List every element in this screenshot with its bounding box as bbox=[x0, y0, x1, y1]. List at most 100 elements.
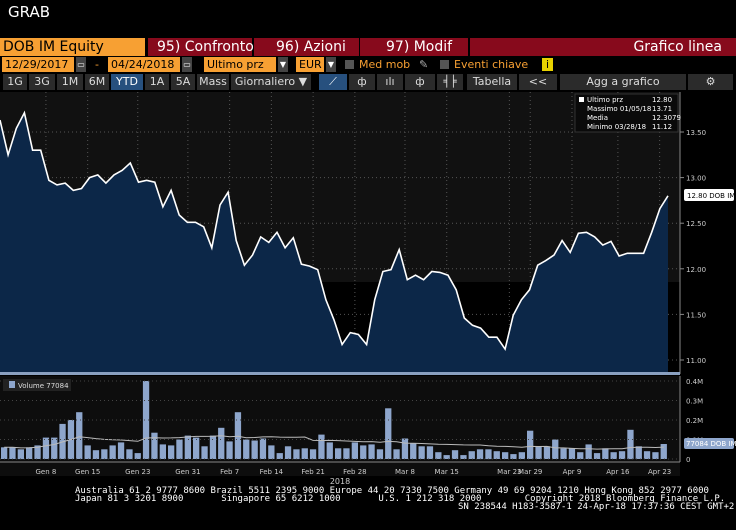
volume-bar bbox=[193, 437, 200, 459]
period-1M[interactable]: 1M bbox=[57, 74, 83, 90]
volume-bar bbox=[293, 449, 300, 460]
volume-bar bbox=[92, 450, 100, 459]
volume-bar bbox=[368, 444, 375, 459]
volume-bar bbox=[134, 453, 141, 459]
period-5A[interactable]: 5A bbox=[171, 74, 195, 90]
volume-bar bbox=[527, 430, 534, 459]
table-button[interactable]: Tabella bbox=[467, 74, 517, 90]
volume-legend-text: Volume 77084 bbox=[18, 382, 69, 390]
date-tick-label: Apr 9 bbox=[563, 468, 582, 476]
date-tick-label: Feb 14 bbox=[260, 468, 284, 476]
legend-last-value: 12.80 bbox=[652, 96, 672, 104]
date-tick-label: Feb 28 bbox=[343, 468, 367, 476]
volume-bar bbox=[251, 440, 258, 459]
frequency-select[interactable]: Giornaliero ▼ bbox=[231, 74, 311, 90]
field-select[interactable]: Ultimo prz bbox=[204, 57, 276, 72]
legend-mean-value: 12.3079 bbox=[652, 114, 681, 122]
year-label: 2018 bbox=[330, 477, 350, 486]
price-tick-label: 13.00 bbox=[686, 175, 706, 183]
period-3G[interactable]: 3G bbox=[29, 74, 55, 90]
settings-icon[interactable]: ⚙ bbox=[688, 74, 733, 90]
header-bar: DOB IM Equity 95) Confronto 96) Azioni 9… bbox=[0, 38, 736, 56]
volume-bar bbox=[485, 449, 492, 460]
bar-chart-icon[interactable]: ф bbox=[405, 74, 435, 90]
actions-button[interactable]: 96) Azioni bbox=[254, 38, 359, 56]
compare-button[interactable]: 95) Confronto bbox=[148, 38, 254, 56]
legend-last-label: Ultimo prz bbox=[587, 96, 623, 104]
legend-box: Ultimo prz 12.80 Massimo 01/05/18 13.71 … bbox=[574, 93, 681, 133]
ohlc-chart-icon[interactable]: ф bbox=[349, 74, 375, 90]
moving-avg-checkbox[interactable] bbox=[345, 60, 354, 69]
date-tick-label: Apr 23 bbox=[648, 468, 671, 476]
volume-bar bbox=[468, 451, 475, 459]
price-tag: 12.80 DOB IM bbox=[684, 189, 735, 201]
volume-bar bbox=[326, 442, 333, 459]
volume-bar bbox=[568, 448, 576, 459]
volume-bar bbox=[543, 446, 551, 459]
volume-bar bbox=[151, 432, 158, 459]
volume-bar bbox=[652, 452, 659, 459]
date-tick-label: Gen 23 bbox=[125, 468, 150, 476]
legend-min-value: 11.12 bbox=[652, 123, 672, 131]
chart-area[interactable]: 11.0011.5012.0012.5013.0013.50 00.1M0.2M… bbox=[0, 92, 736, 492]
volume-bar bbox=[276, 453, 283, 459]
date-tick-label: Mar 15 bbox=[435, 468, 459, 476]
volume-bar bbox=[535, 446, 542, 459]
calendar-icon[interactable]: ▭ bbox=[76, 57, 86, 72]
legend-max-label: Massimo 01/05/18 bbox=[587, 105, 651, 113]
volume-bar bbox=[660, 444, 667, 459]
volume-bar bbox=[343, 448, 350, 459]
security-field[interactable]: DOB IM Equity bbox=[0, 38, 145, 56]
volume-bar bbox=[410, 443, 417, 459]
volume-bar bbox=[42, 437, 50, 459]
volume-bar bbox=[226, 441, 233, 459]
start-date-input[interactable]: 12/29/2017 bbox=[2, 57, 74, 72]
add-to-chart-button[interactable]: Agg a grafico bbox=[560, 74, 686, 90]
window-title: GRAB bbox=[8, 3, 50, 21]
key-events-label: Eventi chiave bbox=[454, 58, 529, 71]
key-events-checkbox[interactable] bbox=[440, 60, 449, 69]
legend-min-label: Minimo 03/28/18 bbox=[587, 123, 646, 131]
period-1A[interactable]: 1A bbox=[145, 74, 169, 90]
volume-bar bbox=[284, 446, 292, 459]
date-tick-label: Feb 21 bbox=[301, 468, 325, 476]
volume-bar bbox=[159, 444, 166, 459]
period-max[interactable]: Mass bbox=[197, 74, 229, 90]
end-date-input[interactable]: 04/24/2018 bbox=[108, 57, 180, 72]
panel-divider bbox=[0, 372, 680, 375]
price-tag-text: 12.80 DOB IM bbox=[687, 192, 735, 200]
pencil-icon[interactable]: ✎ bbox=[416, 57, 428, 72]
period-YTD[interactable]: YTD bbox=[111, 74, 143, 90]
volume-bar bbox=[26, 447, 33, 459]
volume-bar bbox=[309, 449, 317, 460]
calendar-icon[interactable]: ▭ bbox=[182, 57, 192, 72]
line-chart-icon[interactable]: ⟋ bbox=[319, 74, 347, 90]
volume-bar bbox=[643, 451, 651, 459]
volume-bar bbox=[443, 455, 450, 459]
legend-swatch bbox=[579, 97, 584, 102]
volume-bar bbox=[318, 434, 325, 459]
date-tick-label: Mar 29 bbox=[518, 468, 542, 476]
volume-bar bbox=[101, 449, 108, 460]
moving-avg-label: Med mob bbox=[359, 58, 411, 71]
collapse-button[interactable]: << bbox=[519, 74, 557, 90]
volume-bar bbox=[360, 445, 367, 459]
period-1G[interactable]: 1G bbox=[3, 74, 27, 90]
volume-bar bbox=[451, 450, 459, 459]
candle-chart-icon[interactable]: ılı bbox=[377, 74, 403, 90]
period-6M[interactable]: 6M bbox=[85, 74, 109, 90]
volume-bar bbox=[435, 452, 442, 459]
volume-bar bbox=[401, 438, 409, 459]
chevron-down-icon[interactable]: ▼ bbox=[326, 57, 336, 72]
volume-bar bbox=[17, 449, 24, 460]
price-tick-label: 11.00 bbox=[686, 357, 706, 365]
currency-select[interactable]: EUR bbox=[296, 57, 324, 72]
info-icon[interactable]: i bbox=[542, 58, 553, 71]
volume-bar bbox=[301, 448, 308, 459]
controls-bar: 12/29/2017 ▭ - 04/24/2018 ▭ Ultimo prz ▼… bbox=[0, 57, 736, 73]
edit-button[interactable]: 97) Modif bbox=[360, 38, 468, 56]
volume-bar bbox=[393, 449, 400, 460]
hlc-chart-icon[interactable]: ╡╞ bbox=[437, 74, 463, 90]
volume-tag: 77084 DOB IM bbox=[684, 438, 736, 449]
chevron-down-icon[interactable]: ▼ bbox=[278, 57, 288, 72]
